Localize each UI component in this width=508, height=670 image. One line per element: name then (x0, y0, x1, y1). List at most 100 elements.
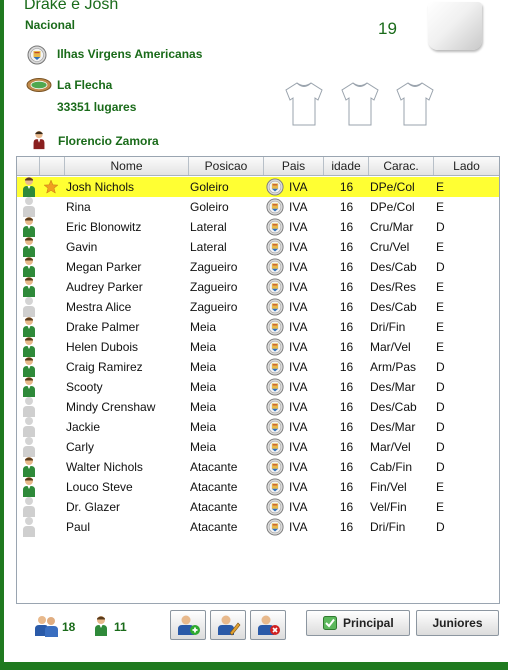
table-row[interactable]: Craig Ramirez Meia IVA 16 Arm/Pas D (17, 357, 499, 377)
table-row[interactable]: Audrey Parker Zagueiro IVA 16 Des/Res E (17, 277, 499, 297)
cell-idade: 16 (339, 280, 354, 294)
jersey-icon[interactable] (340, 80, 380, 128)
table-row[interactable]: Walter Nichols Atacante IVA 16 Cab/Fin D (17, 457, 499, 477)
cell-idade: 16 (339, 320, 354, 334)
flag-seal-icon (266, 258, 284, 276)
table-row[interactable]: Dr. Glazer Atacante IVA 16 Vel/Fin E (17, 497, 499, 517)
flag-seal-icon (266, 498, 284, 516)
cell-carac: Mar/Vel (370, 340, 411, 354)
cell-nome: Craig Ramirez (66, 360, 143, 374)
remove-player-icon (258, 615, 280, 635)
cell-pais: IVA (289, 420, 308, 434)
cell-posicao: Goleiro (190, 200, 229, 214)
cell-carac: Des/Cab (370, 400, 417, 414)
table-row[interactable]: Carly Meia IVA 16 Mar/Vel D (17, 437, 499, 457)
cell-lado: D (436, 460, 445, 474)
cell-posicao: Zagueiro (190, 280, 238, 294)
cell-idade: 16 (339, 220, 354, 234)
cell-lado: D (436, 400, 445, 414)
cell-nome: Carly (66, 440, 95, 454)
add-player-button[interactable] (170, 610, 206, 640)
cell-posicao: Zagueiro (190, 300, 238, 314)
column-posicao[interactable]: Posicao (189, 157, 264, 175)
cell-lado: D (436, 420, 445, 434)
cell-idade: 16 (339, 240, 354, 254)
column-pais[interactable]: Pais (264, 157, 324, 175)
cell-idade: 16 (339, 480, 354, 494)
column-nome[interactable]: Nome (65, 157, 189, 175)
column-idade[interactable]: idade (324, 157, 369, 175)
juniores-button[interactable]: Juniores (416, 610, 499, 636)
column-lado[interactable]: Lado (434, 157, 499, 175)
cell-nome: Drake Palmer (66, 320, 140, 334)
table-row[interactable]: Jackie Meia IVA 16 Des/Mar D (17, 417, 499, 437)
cell-carac: DPe/Col (370, 180, 415, 194)
player-active-icon (22, 316, 36, 338)
column-carac[interactable]: Carac. (369, 157, 434, 175)
table-row[interactable]: Megan Parker Zagueiro IVA 16 Des/Cab D (17, 257, 499, 277)
table-row[interactable]: Mestra Alice Zagueiro IVA 16 Des/Cab E (17, 297, 499, 317)
player-inactive-icon (22, 296, 36, 318)
cell-lado: E (436, 280, 445, 294)
table-row[interactable]: Josh Nichols Goleiro IVA 16 DPe/Col E (17, 177, 499, 197)
table-row[interactable]: Helen Dubois Meia IVA 16 Mar/Vel E (17, 337, 499, 357)
flag-seal-icon (266, 518, 284, 536)
flag-seal-icon (266, 378, 284, 396)
cell-idade: 16 (339, 460, 354, 474)
cell-lado: E (436, 200, 445, 214)
cell-idade: 16 (339, 500, 354, 514)
cell-carac: Des/Cab (370, 300, 417, 314)
cell-lado: E (436, 240, 445, 254)
edit-player-button[interactable] (210, 610, 246, 640)
player-active-icon (22, 256, 36, 278)
jersey-icon[interactable] (284, 80, 324, 128)
jersey-icon[interactable] (395, 80, 435, 128)
cell-pais: IVA (289, 500, 308, 514)
column-status[interactable] (17, 157, 40, 175)
cell-pais: IVA (289, 300, 308, 314)
flag-seal-icon (266, 418, 284, 436)
cell-carac: Arm/Pas (370, 360, 417, 374)
cell-nome: Josh Nichols (66, 180, 135, 194)
table-row[interactable]: Eric Blonowitz Lateral IVA 16 Cru/Mar D (17, 217, 499, 237)
table-row[interactable]: Gavin Lateral IVA 16 Cru/Vel E (17, 237, 499, 257)
player-active-icon (22, 276, 36, 298)
principal-button[interactable]: Principal (306, 610, 410, 636)
flag-seal-icon (266, 178, 284, 196)
cell-nome: Mindy Crenshaw (66, 400, 156, 414)
cell-posicao: Zagueiro (190, 260, 238, 274)
cell-lado: D (436, 360, 445, 374)
cell-lado: E (436, 180, 445, 194)
player-active-icon (22, 476, 36, 498)
cell-carac: Cru/Vel (370, 240, 410, 254)
cell-lado: D (436, 440, 445, 454)
cell-carac: Des/Res (370, 280, 417, 294)
cell-carac: Dri/Fin (370, 520, 406, 534)
cell-lado: D (436, 220, 445, 234)
cell-lado: E (436, 320, 445, 334)
player-active-icon (22, 216, 36, 238)
players-table: Nome Posicao Pais idade Carac. Lado Josh… (16, 156, 500, 604)
player-inactive-icon (22, 516, 36, 538)
remove-player-button[interactable] (250, 610, 286, 640)
table-row[interactable]: Rina Goleiro IVA 16 DPe/Col E (17, 197, 499, 217)
cell-carac: Des/Cab (370, 260, 417, 274)
cell-posicao: Atacante (190, 480, 238, 494)
table-row[interactable]: Scooty Meia IVA 16 Des/Mar D (17, 377, 499, 397)
table-row[interactable]: Paul Atacante IVA 16 Dri/Fin D (17, 517, 499, 537)
player-active-icon (22, 236, 36, 258)
table-row[interactable]: Louco Steve Atacante IVA 16 Fin/Vel E (17, 477, 499, 497)
cell-idade: 16 (339, 340, 354, 354)
flag-seal-icon (266, 458, 284, 476)
cell-idade: 16 (339, 180, 354, 194)
cell-nome: Rina (66, 200, 91, 214)
column-captain[interactable] (40, 157, 65, 175)
cell-nome: Eric Blonowitz (66, 220, 142, 234)
cell-pais: IVA (289, 440, 308, 454)
cell-lado: E (436, 480, 445, 494)
table-row[interactable]: Mindy Crenshaw Meia IVA 16 Des/Cab D (17, 397, 499, 417)
cell-posicao: Lateral (190, 240, 227, 254)
table-row[interactable]: Drake Palmer Meia IVA 16 Dri/Fin E (17, 317, 499, 337)
window-frame-left (0, 0, 4, 670)
cell-posicao: Meia (190, 380, 217, 394)
